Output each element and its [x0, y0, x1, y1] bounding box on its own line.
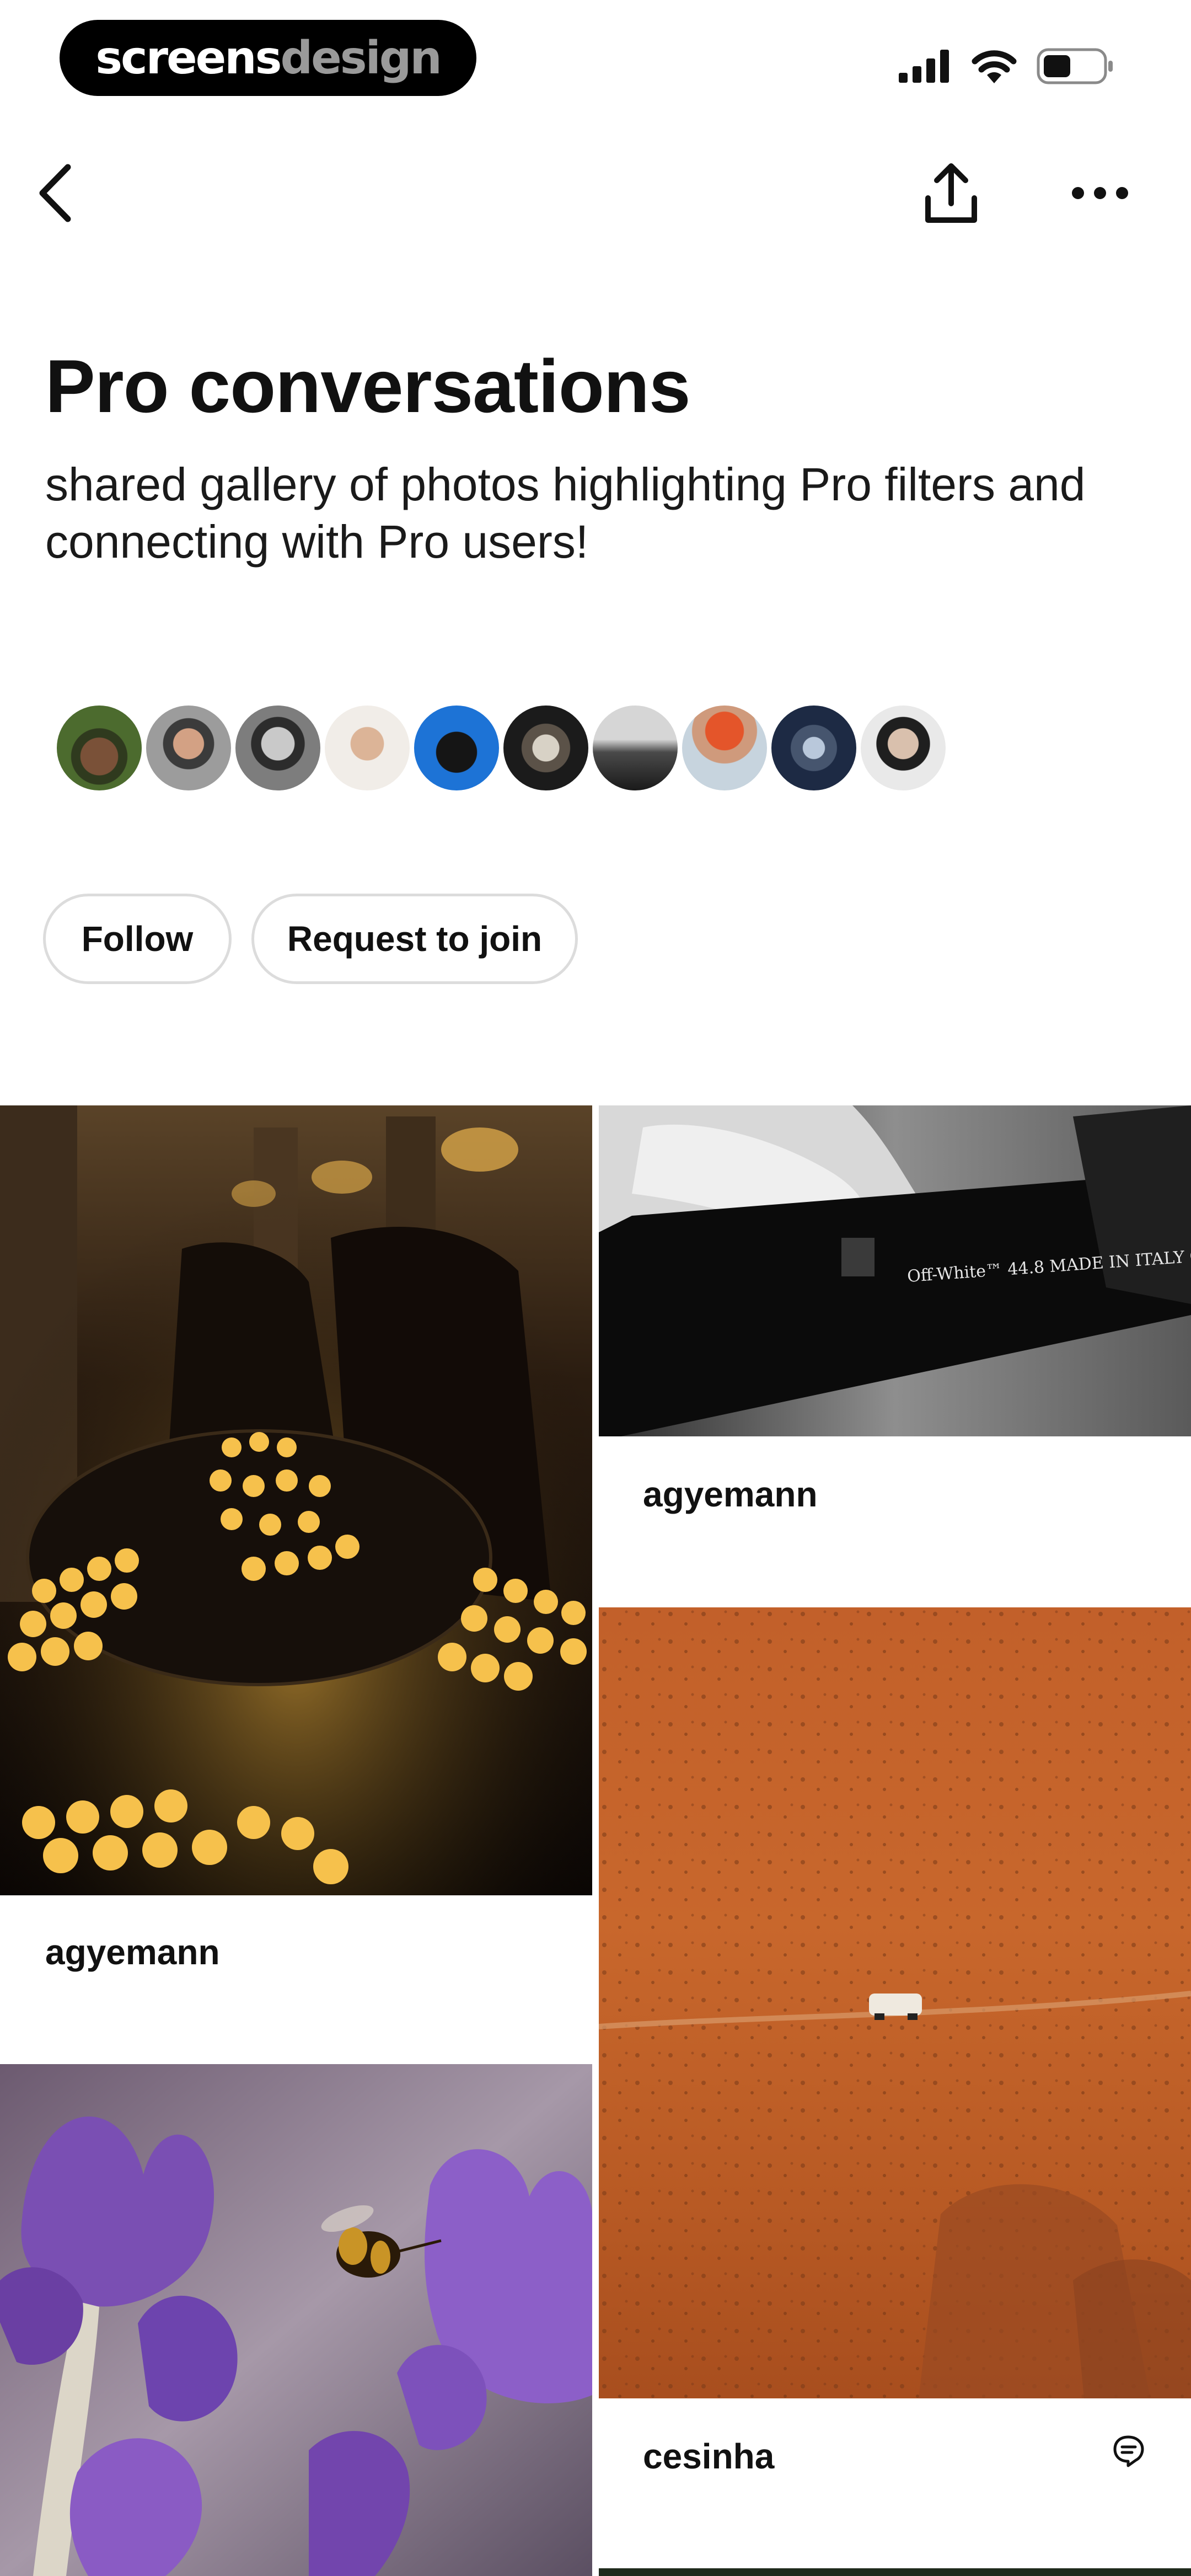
avatar[interactable]: [679, 703, 770, 793]
avatar[interactable]: [143, 703, 234, 793]
pin-author-label[interactable]: agyemann: [45, 1932, 220, 1973]
pin-author-label[interactable]: cesinha: [643, 2436, 774, 2477]
pin-author-label[interactable]: agyemann: [643, 1474, 818, 1515]
candles-photo: [0, 1105, 592, 1895]
board-description: shared gallery of photos highlighting Pr…: [45, 458, 1086, 568]
status-bar-icons: [899, 48, 1114, 84]
desert-photo: [599, 1607, 1191, 2398]
crocus-photo: [0, 2064, 592, 2576]
pin-image-candles[interactable]: [0, 1105, 592, 1895]
share-button[interactable]: [915, 154, 987, 232]
brand-name-part2: design: [280, 31, 442, 84]
avatar[interactable]: [769, 703, 859, 793]
brand-badge: screensdesign: [60, 20, 476, 96]
avatar[interactable]: [54, 703, 144, 793]
battery-icon: [1037, 48, 1113, 84]
avatar[interactable]: [322, 703, 412, 793]
pin-image-next[interactable]: [599, 2568, 1191, 2576]
request-to-join-button[interactable]: Request to join: [251, 894, 578, 984]
board-title: Pro conversations: [45, 344, 691, 428]
comment-icon[interactable]: [1112, 2434, 1145, 2469]
back-button[interactable]: [22, 154, 88, 232]
bw-hand-photo: Off-White™ 44.8 MADE IN ITALY CE: [599, 1105, 1191, 1436]
avatar[interactable]: [590, 703, 680, 793]
brand-name-part1: screens: [95, 31, 282, 84]
more-icon: [1072, 187, 1128, 199]
chevron-left-icon: [39, 164, 71, 222]
avatar[interactable]: [411, 703, 502, 793]
signal-icon: [899, 50, 949, 83]
pin-image-bw-hand[interactable]: Off-White™ 44.8 MADE IN ITALY CE: [599, 1105, 1191, 1436]
follow-button[interactable]: Follow: [43, 894, 232, 984]
avatar[interactable]: [233, 703, 323, 793]
wifi-icon: [972, 50, 1017, 83]
pin-image-desert[interactable]: [599, 1607, 1191, 2398]
more-options-button[interactable]: [1064, 165, 1136, 221]
avatar[interactable]: [501, 703, 591, 793]
share-icon: [925, 163, 977, 223]
avatar[interactable]: [858, 703, 948, 793]
pin-image-crocus[interactable]: [0, 2064, 592, 2576]
